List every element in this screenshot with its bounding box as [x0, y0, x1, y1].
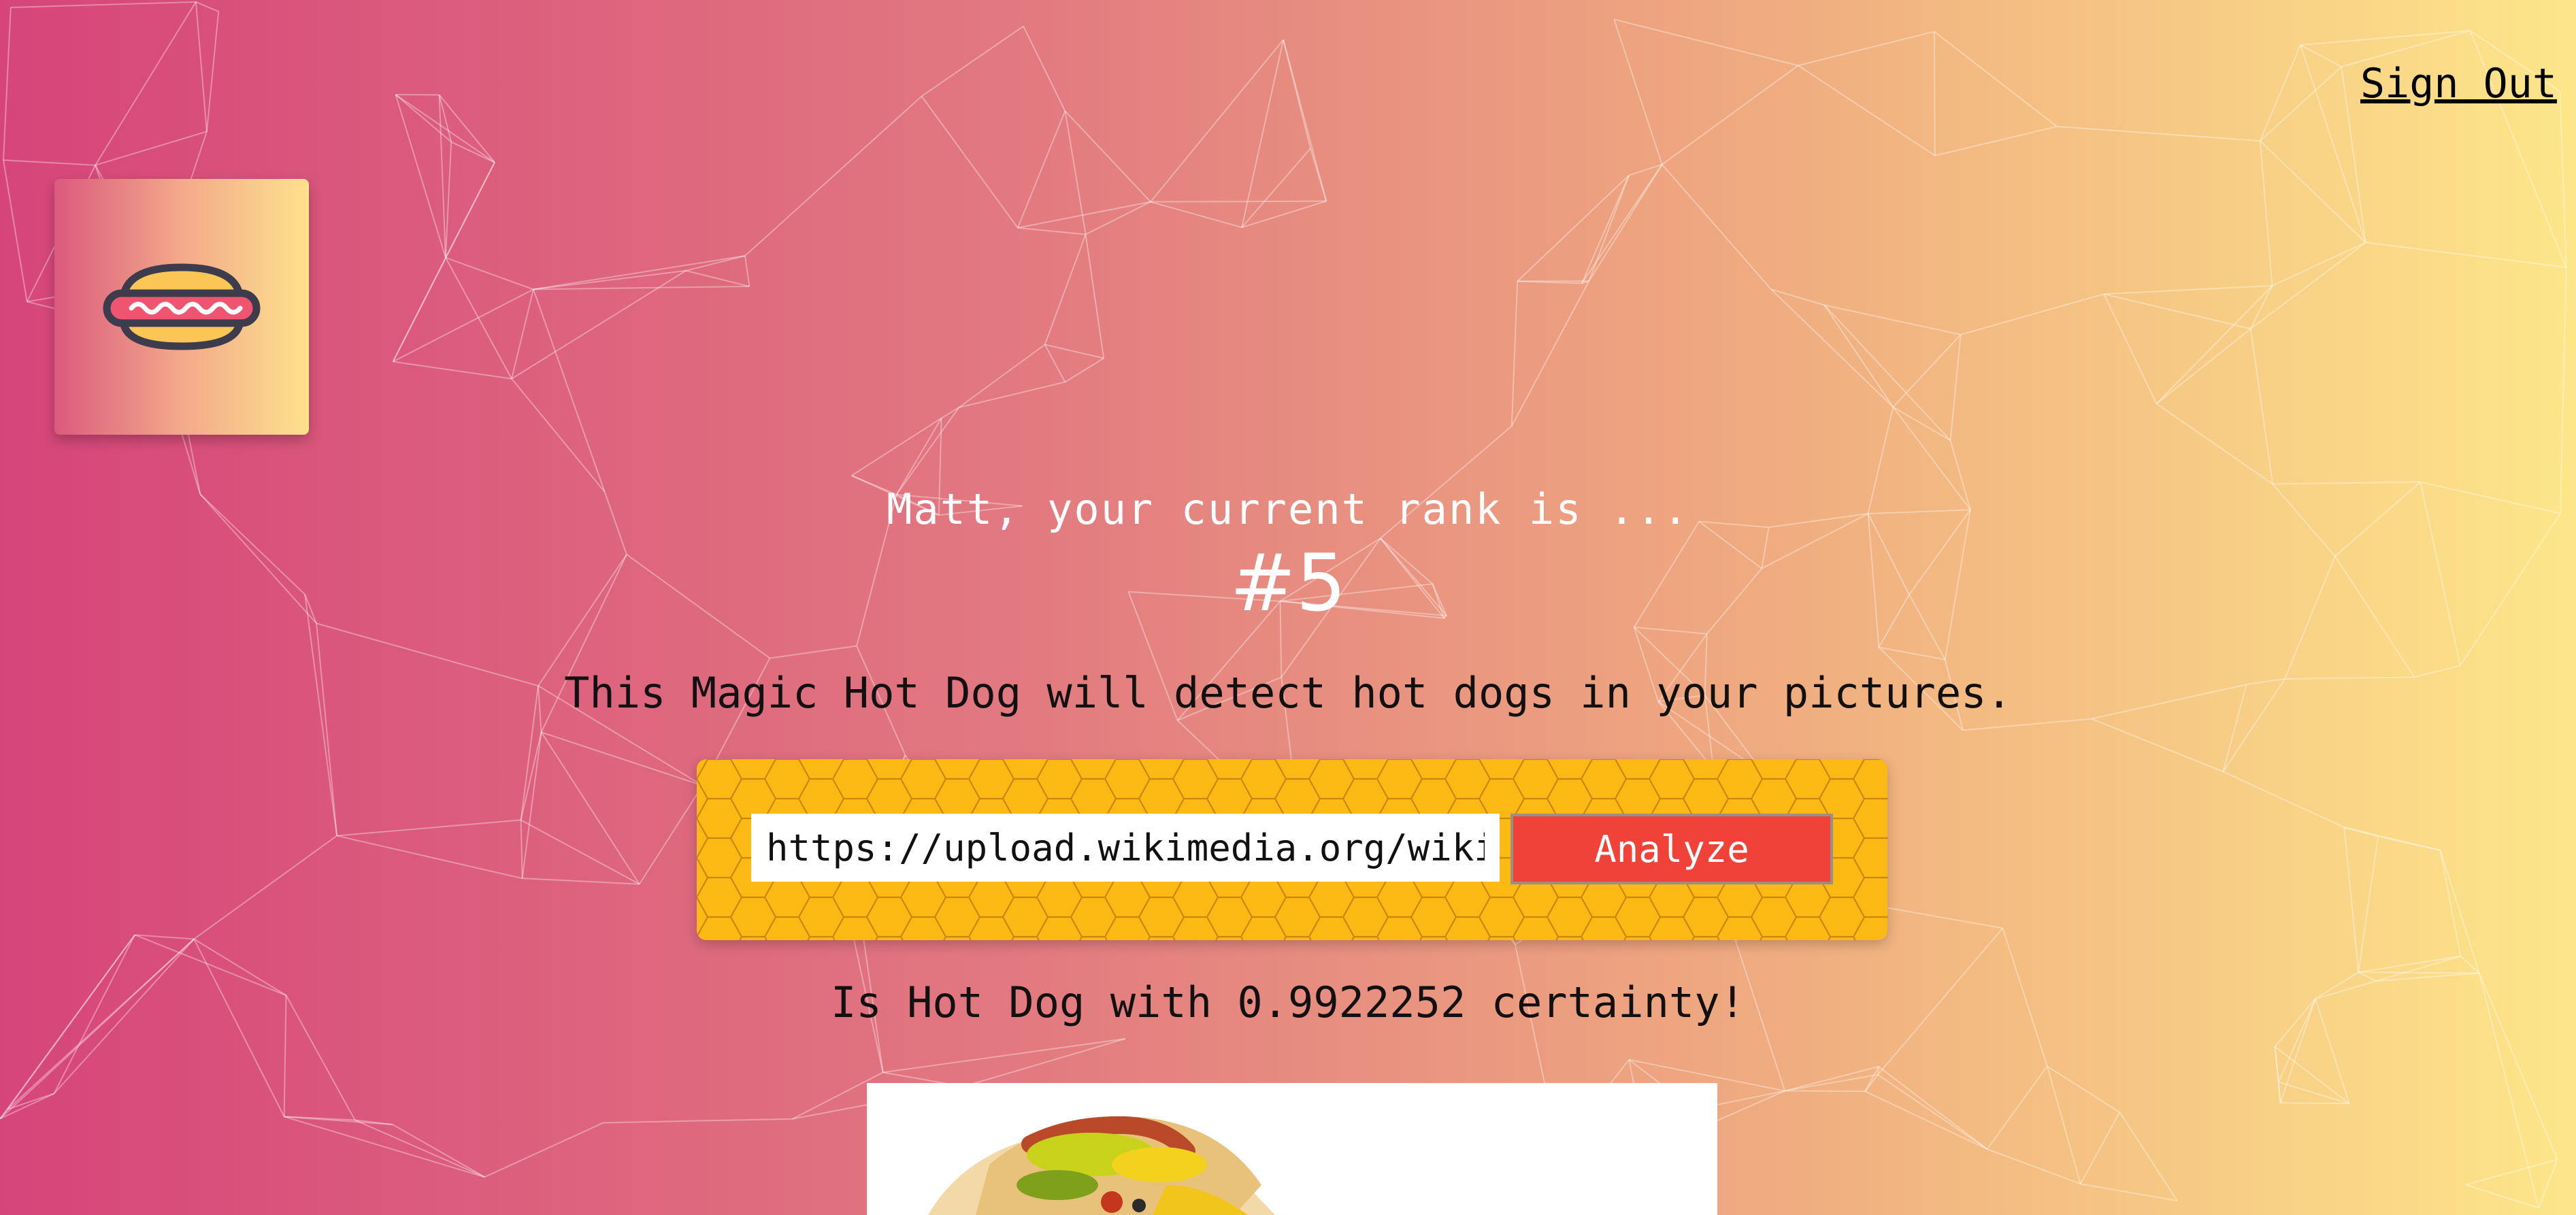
app-logo [54, 179, 309, 435]
sign-out-link[interactable]: Sign Out [2360, 60, 2557, 107]
result-text: Is Hot Dog with 0.9922252 certainty! [831, 978, 1745, 1027]
hot-dog-photo [928, 1116, 1275, 1215]
analyzed-hot-dog-image [867, 1083, 1717, 1215]
tagline: This Magic Hot Dog will detect hot dogs … [564, 668, 2012, 718]
hot-dog-icon [103, 263, 261, 350]
analyzer-panel: Analyze [697, 759, 1887, 940]
image-url-input[interactable] [751, 814, 1500, 882]
rank-intro: Matt, your current rank is ... [887, 484, 1689, 534]
rank-value: #5 [1229, 537, 1347, 629]
analyze-button[interactable]: Analyze [1510, 814, 1833, 884]
